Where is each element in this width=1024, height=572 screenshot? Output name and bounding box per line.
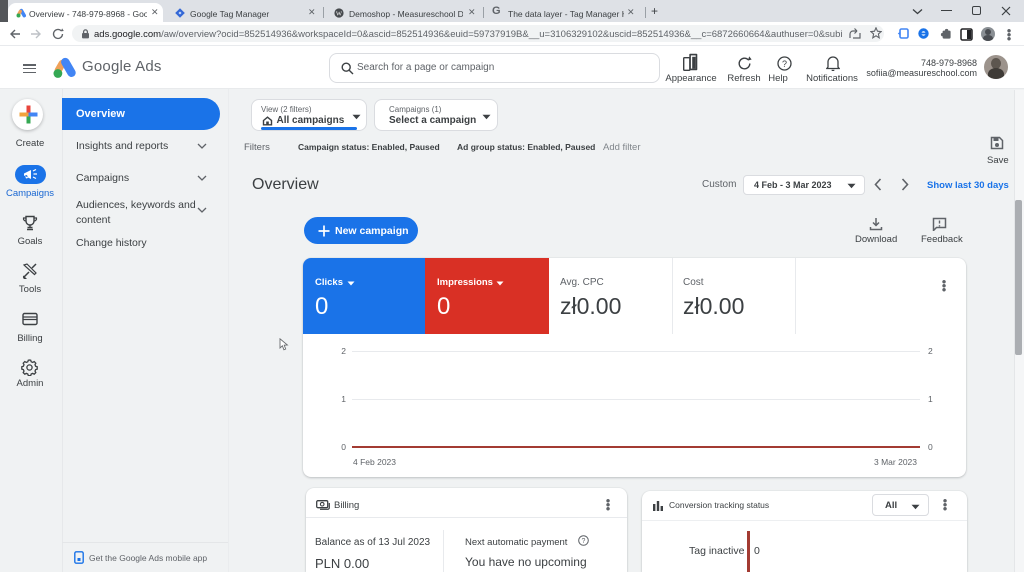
svg-text:?: ? — [582, 538, 586, 545]
svg-text:?: ? — [782, 59, 787, 69]
svg-text:W: W — [336, 10, 343, 17]
